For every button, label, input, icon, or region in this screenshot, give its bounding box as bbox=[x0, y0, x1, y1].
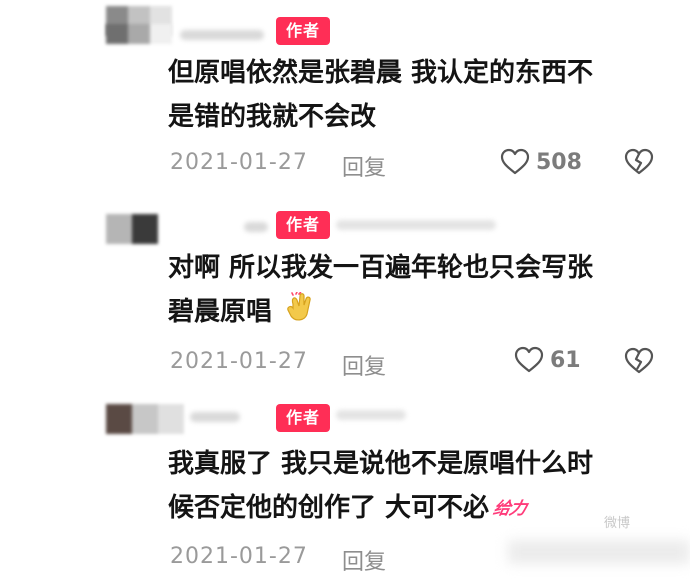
like-count: 508 bbox=[536, 149, 582, 175]
watermark: 微博 bbox=[604, 516, 631, 531]
broken-heart-icon bbox=[624, 347, 654, 374]
username[interactable] bbox=[180, 30, 264, 40]
reply-button[interactable]: 回复 bbox=[342, 544, 386, 576]
like-button[interactable]: 508 bbox=[500, 148, 582, 176]
heart-outline-icon bbox=[500, 148, 530, 175]
broken-heart-icon bbox=[624, 148, 654, 175]
geili-sticker: 给力 bbox=[491, 499, 528, 519]
comment-text: 我真服了 我只是说他不是原唱什么时 候否定他的创作了 大可不必 给力 bbox=[168, 442, 668, 533]
comment-date: 2021-01-27 bbox=[170, 150, 308, 175]
reply-button[interactable]: 回复 bbox=[342, 349, 386, 381]
avatar-lower bbox=[106, 24, 172, 44]
author-badge: 作者 bbox=[276, 404, 330, 432]
heart-outline-icon bbox=[514, 346, 544, 373]
like-count: 61 bbox=[550, 347, 581, 373]
clapping-hands-emoji bbox=[287, 292, 311, 321]
author-badge: 作者 bbox=[276, 17, 330, 45]
comment-item: 作者 对啊 所以我发一百遍年轮也只会写张 碧晨原唱 2021-01-27 回复 … bbox=[0, 196, 690, 392]
username-extra bbox=[336, 410, 406, 420]
dislike-button[interactable] bbox=[624, 347, 654, 379]
comment-text: 但原唱依然是张碧晨 我认定的东西不 是错的我就不会改 bbox=[168, 58, 594, 132]
comment-text: 对啊 所以我发一百遍年轮也只会写张 碧晨原唱 bbox=[168, 253, 594, 327]
dislike-button[interactable] bbox=[624, 148, 654, 180]
comment-item: 作者 但原唱依然是张碧晨 我认定的东西不 是错的我就不会改 2021-01-27… bbox=[0, 0, 690, 196]
like-button[interactable]: 61 bbox=[514, 346, 581, 374]
comment-date: 2021-01-27 bbox=[170, 349, 308, 374]
avatar[interactable] bbox=[106, 404, 184, 434]
avatar[interactable] bbox=[106, 214, 158, 244]
author-badge: 作者 bbox=[276, 211, 330, 239]
blurred-region bbox=[508, 540, 690, 564]
comment-date: 2021-01-27 bbox=[170, 544, 308, 569]
username-extra bbox=[336, 220, 496, 230]
username[interactable] bbox=[244, 222, 268, 232]
username[interactable] bbox=[190, 412, 240, 422]
reply-button[interactable]: 回复 bbox=[342, 150, 386, 182]
